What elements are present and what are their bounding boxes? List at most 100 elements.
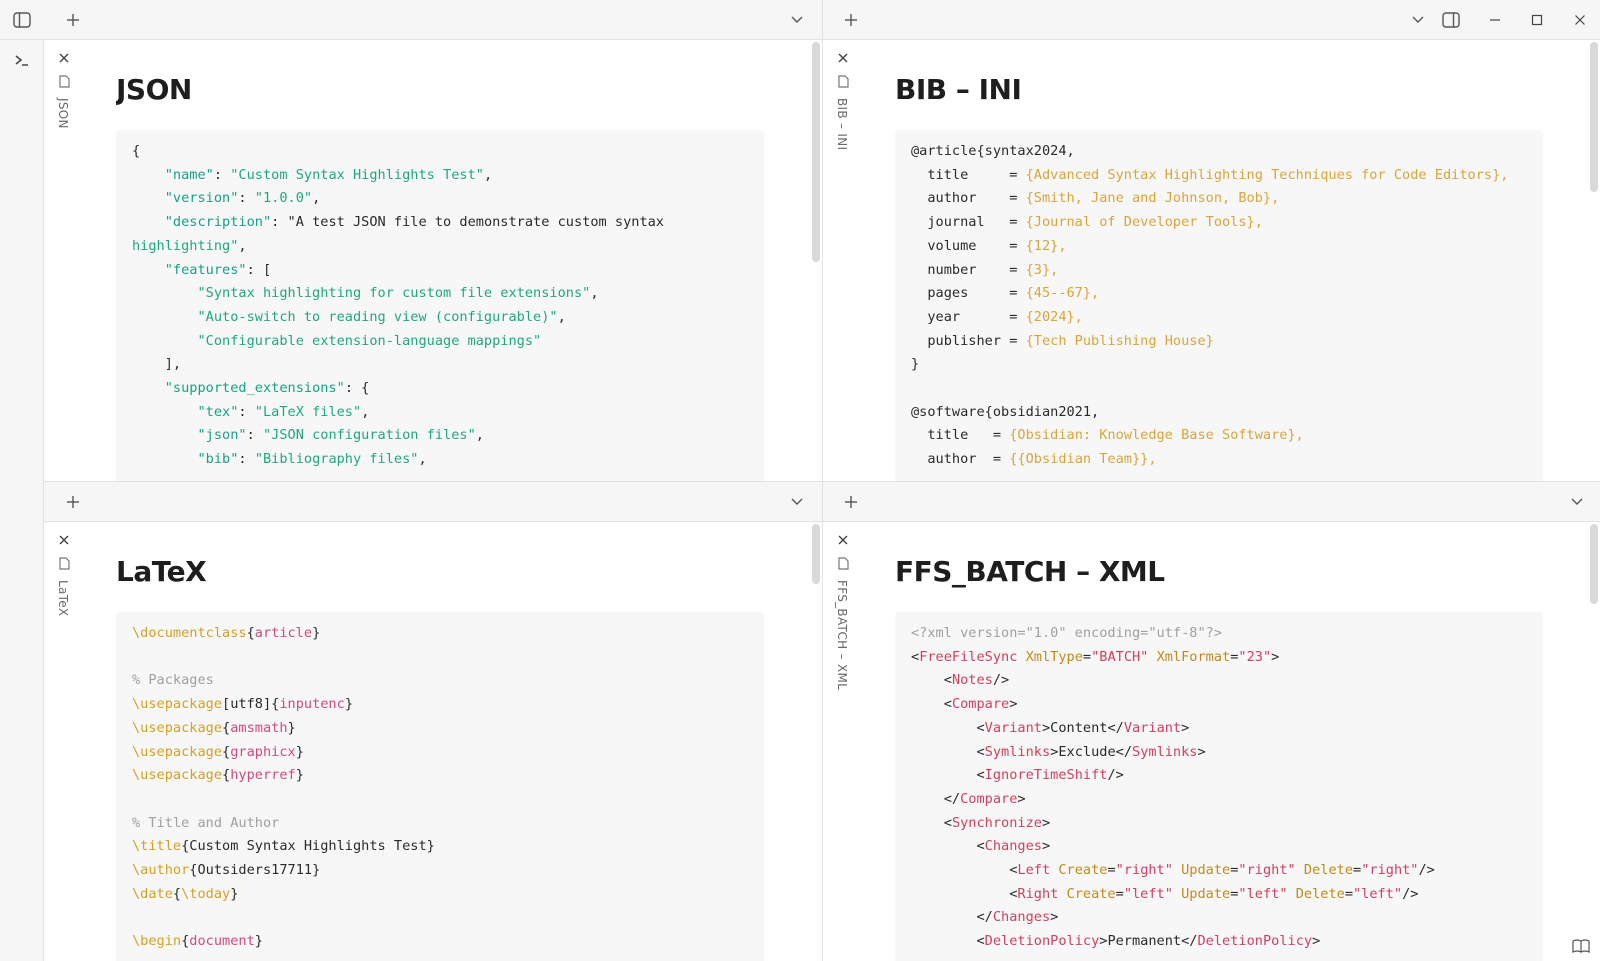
note-content: LaTeX \documentclass{article} % Packages…: [116, 522, 778, 961]
code-line: <Notes/>: [943, 672, 1010, 689]
code-line: "Configurable extension-language mapping…: [197, 332, 542, 349]
tab-label: JSON: [56, 98, 70, 129]
new-tab-icon[interactable]: [840, 0, 862, 40]
code-line: "Auto-switch to reading view (configurab…: [197, 308, 566, 325]
code-block-xml: <?xml version="1.0" encoding="utf-8"?> <F…: [895, 612, 1543, 961]
code-line: "version": "1.0.0",: [164, 190, 321, 207]
code-line: publisher = {Tech Publishing House}: [911, 332, 1214, 349]
new-tab-icon[interactable]: [840, 482, 862, 522]
code-line: highlighting",: [132, 237, 247, 254]
code-line: % Title and Author: [132, 814, 280, 831]
scrollbar[interactable]: [1590, 524, 1598, 604]
close-icon[interactable]: [835, 532, 851, 548]
code-line: \documentclass{article}: [132, 625, 321, 641]
pane-top-right: BIB – INI BIB – INI @article{syntax2024,…: [823, 0, 1600, 481]
note-content: JSON { "name": "Custom Syntax Highlights…: [116, 40, 778, 481]
maximize-icon[interactable]: [1526, 0, 1548, 40]
tab-label: BIB – INI: [835, 98, 849, 151]
scrollbar[interactable]: [1590, 42, 1598, 192]
code-line: \date{\today}: [132, 885, 239, 902]
chevron-down-icon[interactable]: [1407, 0, 1429, 40]
file-icon: [836, 73, 850, 89]
code-line: "supported_extensions": {: [164, 380, 370, 397]
code-line: \author{Outsiders17711}: [132, 862, 321, 879]
leaf-bottom-right: FFS_BATCH – XML FFS_BATCH – XML <?xml ve…: [823, 522, 1600, 961]
code-line: <DeletionPolicy>Permanent</DeletionPolic…: [976, 933, 1321, 950]
page-title: JSON: [116, 73, 192, 106]
code-line: \usepackage{amsmath}: [132, 719, 296, 736]
vertical-tab-xml[interactable]: FFS_BATCH – XML: [823, 522, 867, 961]
ribbon-header: [0, 0, 44, 40]
code-line: "bib": "Bibliography files",: [197, 451, 427, 468]
leaf-top-right: BIB – INI BIB – INI @article{syntax2024,…: [823, 40, 1600, 481]
code-line: <Compare>: [943, 696, 1018, 713]
code-line: "Syntax highlighting for custom file ext…: [197, 285, 599, 302]
code-line: \title{Custom Syntax Highlights Test}: [132, 838, 435, 855]
minimize-icon[interactable]: [1484, 0, 1506, 40]
code-line: journal = {Journal of Developer Tools},: [911, 214, 1263, 231]
sidebar-toggle-icon[interactable]: [10, 10, 34, 30]
code-line: "tex": "LaTeX files",: [197, 403, 370, 420]
code-line: @software{obsidian2021,: [911, 403, 1100, 420]
pane-divider-horizontal[interactable]: [44, 481, 1600, 482]
code-line: <Variant>Content</Variant>: [976, 719, 1190, 736]
window-close-icon[interactable]: [1569, 0, 1591, 40]
code-line: "name": "Custom Syntax Highlights Test",: [164, 166, 493, 183]
close-icon[interactable]: [835, 50, 851, 66]
code-line: % Packages: [132, 672, 214, 689]
note-content: BIB – INI @article{syntax2024, title = {…: [895, 40, 1556, 481]
left-ribbon: [0, 0, 44, 961]
pane-bottom-right: FFS_BATCH – XML FFS_BATCH – XML <?xml ve…: [823, 482, 1600, 961]
vertical-tab-bib[interactable]: BIB – INI: [823, 40, 867, 481]
code-line: "features": [: [164, 261, 272, 278]
chevron-down-icon[interactable]: [1566, 482, 1588, 522]
tab-header-top-left: [44, 0, 822, 40]
code-line: {: [132, 143, 141, 159]
file-icon: [57, 73, 71, 89]
app-window: JSON JSON { "name": "Custom Syntax Highl…: [0, 0, 1600, 961]
code-line: <?xml version="1.0" encoding="utf-8"?>: [911, 625, 1222, 641]
code-block-latex: \documentclass{article} % Packages \usepa…: [116, 612, 764, 961]
code-line: "json": "JSON configuration files",: [197, 427, 484, 444]
chevron-down-icon[interactable]: [786, 482, 808, 522]
code-line: title = {Obsidian: Knowledge Base Softwa…: [911, 427, 1304, 444]
code-line: <IgnoreTimeShift/>: [976, 767, 1124, 784]
code-line: </Changes>: [976, 909, 1059, 926]
leaf-top-left: JSON JSON { "name": "Custom Syntax Highl…: [44, 40, 822, 481]
new-tab-icon[interactable]: [62, 0, 84, 40]
tab-header-top-right: [823, 0, 1600, 40]
code-line: <Synchronize>: [943, 814, 1051, 831]
right-sidebar-toggle-icon[interactable]: [1440, 0, 1462, 40]
code-line: \begin{document}: [132, 933, 263, 950]
code-line: @article{syntax2024,: [911, 143, 1075, 159]
scrollbar[interactable]: [812, 524, 820, 584]
code-line: <Symlinks>Exclude</Symlinks>: [976, 743, 1206, 760]
file-icon: [836, 555, 850, 571]
pane-top-left: JSON JSON { "name": "Custom Syntax Highl…: [44, 0, 822, 481]
note-content: FFS_BATCH – XML <?xml version="1.0" enco…: [895, 522, 1556, 961]
close-icon[interactable]: [56, 50, 72, 66]
code-line: year = {2024},: [911, 308, 1083, 325]
chevron-down-icon[interactable]: [786, 0, 808, 40]
code-line: "description": "A test JSON file to demo…: [164, 214, 664, 231]
scrollbar[interactable]: [812, 42, 820, 262]
code-line: <Right Create="left" Update="left" Delet…: [1009, 885, 1419, 902]
vertical-tab-json[interactable]: JSON: [44, 40, 88, 481]
leaf-bottom-left: LaTeX LaTeX \documentclass{article} % Pa…: [44, 522, 822, 961]
code-line: ],: [132, 356, 182, 373]
code-line: volume = {12},: [911, 237, 1067, 254]
pane-bottom-left: LaTeX LaTeX \documentclass{article} % Pa…: [44, 482, 822, 961]
reading-view-icon[interactable]: [1568, 935, 1594, 957]
vertical-tab-latex[interactable]: LaTeX: [44, 522, 88, 961]
code-line: <FreeFileSync XmlType="BATCH" XmlFormat=…: [911, 648, 1280, 665]
file-icon: [57, 555, 71, 571]
page-title: BIB – INI: [895, 73, 1022, 106]
code-line: \usepackage{graphicx}: [132, 743, 304, 760]
terminal-icon[interactable]: [10, 50, 34, 70]
new-tab-icon[interactable]: [62, 482, 84, 522]
code-block-json: { "name": "Custom Syntax Highlights Test…: [116, 130, 764, 481]
close-icon[interactable]: [56, 532, 72, 548]
code-line: <Changes>: [976, 838, 1051, 855]
